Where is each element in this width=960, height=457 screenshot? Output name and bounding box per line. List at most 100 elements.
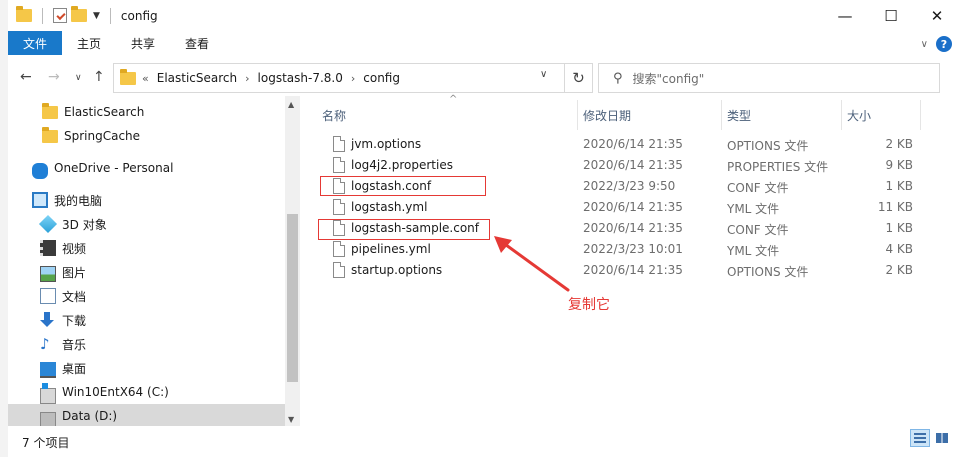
nav-scrollbar[interactable]: ▲ ▼ [285,96,300,426]
nav-item-drive-c[interactable]: Win10EntX64 (C:) [40,380,169,404]
expand-ribbon-icon[interactable]: ∨ [921,39,928,50]
back-arrow-icon[interactable]: ← [20,69,32,85]
3d-objects-icon [38,214,58,234]
file-type: OPTIONS 文件 [727,265,809,279]
file-date: 2022/3/23 10:01 [583,242,683,256]
nav-item-this-pc[interactable]: 我的电脑 [32,188,102,212]
chevron-right-icon[interactable]: › [245,72,249,85]
file-type: CONF 文件 [727,223,789,237]
file-row[interactable]: jvm.options 2020/6/14 21:35 OPTIONS 文件 2… [308,134,928,155]
nav-item-elasticsearch[interactable]: ElasticSearch [42,100,144,124]
onedrive-cloud-icon [32,163,48,179]
scroll-up-icon[interactable]: ▲ [288,100,294,109]
annotation-arrow-icon [494,236,570,292]
scrollbar-thumb[interactable] [287,214,298,382]
tab-share[interactable]: 共享 [116,31,170,55]
nav-item-music[interactable]: ♪ 音乐 [40,332,86,356]
nav-item-pictures[interactable]: 图片 [40,260,86,284]
file-date: 2020/6/14 21:35 [583,158,683,172]
nav-item-documents[interactable]: 文档 [40,284,86,308]
column-divider[interactable] [721,100,722,130]
divider [109,7,111,24]
window-title: config [120,8,158,23]
ribbon-right: ∨ ? [921,36,952,52]
column-divider[interactable] [577,100,578,130]
file-row[interactable]: startup.options 2020/6/14 21:35 OPTIONS … [308,260,928,281]
file-type: OPTIONS 文件 [727,139,809,153]
file-date: 2020/6/14 21:35 [583,263,683,277]
scroll-down-icon[interactable]: ▼ [288,415,294,424]
nav-item-springcache[interactable]: SpringCache [42,124,140,148]
column-header-name[interactable]: 名称 [322,100,346,130]
quick-access-toolbar: ▼ config [16,6,158,24]
file-row[interactable]: pipelines.yml 2022/3/23 10:01 YML 文件 4 K… [308,239,928,260]
help-icon[interactable]: ? [936,36,952,52]
up-arrow-icon[interactable]: ↑ [93,69,105,85]
forward-arrow-icon[interactable]: → [48,69,60,85]
folder-icon [120,68,136,85]
annotation-highlight-logstash-sample-conf [318,219,490,240]
address-bar[interactable]: « ElasticSearch › logstash-7.8.0 › confi… [113,63,565,93]
item-count: 7 个项目 [22,436,70,450]
breadcrumb-elasticsearch[interactable]: ElasticSearch [157,71,237,85]
file-name: log4j2.properties [351,158,453,172]
customize-toolbar-icon[interactable]: ▼ [93,11,100,21]
address-row: ← → ∨ ↑ « ElasticSearch › logstash-7.8.0… [8,60,960,96]
windows-drive-icon [40,383,56,404]
file-type: YML 文件 [727,202,780,216]
file-date: 2020/6/14 21:35 [583,137,683,151]
new-folder-icon[interactable] [71,6,87,22]
file-date: 2020/6/14 21:35 [583,200,683,214]
file-type: CONF 文件 [727,181,789,195]
properties-icon[interactable] [53,8,67,23]
details-view-button[interactable] [910,429,930,447]
nav-item-3d-objects[interactable]: 3D 对象 [38,212,107,236]
nav-item-label: 下载 [62,313,87,328]
folder-icon [42,102,58,119]
nav-item-videos[interactable]: 视频 [40,236,86,260]
column-header-type[interactable]: 类型 [727,100,751,130]
tab-file[interactable]: 文件 [8,31,63,55]
nav-item-label: 图片 [62,265,87,280]
breadcrumb-logstash[interactable]: logstash-7.8.0 [258,71,343,85]
breadcrumb-overflow[interactable]: « [142,72,149,85]
column-divider[interactable] [920,100,921,130]
column-header-date[interactable]: 修改日期 [583,100,631,130]
file-row[interactable]: logstash.yml 2020/6/14 21:35 YML 文件 11 K… [308,197,928,218]
nav-item-label: 音乐 [62,337,87,352]
column-header-size[interactable]: 大小 [847,100,871,130]
breadcrumb-config[interactable]: config [363,71,400,85]
minimize-button[interactable]: — [822,0,868,31]
nav-item-label: 我的电脑 [54,193,103,208]
nav-item-onedrive[interactable]: OneDrive - Personal [32,156,173,180]
video-icon [40,240,56,256]
maximize-button[interactable]: ☐ [868,0,914,31]
refresh-button[interactable]: ↻ [565,63,593,93]
nav-item-desktop[interactable]: 桌面 [40,356,86,380]
download-icon [40,312,56,328]
nav-item-label: 文档 [62,289,87,304]
nav-item-downloads[interactable]: 下载 [40,308,86,332]
file-name: jvm.options [351,137,422,151]
file-type: YML 文件 [727,244,780,258]
file-size: 9 KB [885,158,913,172]
nav-item-drive-d[interactable]: Data (D:) [8,404,285,426]
file-size: 2 KB [885,137,913,151]
chevron-right-icon[interactable]: › [351,72,355,85]
folder-icon [42,126,58,143]
file-size: 1 KB [885,179,913,193]
large-icons-view-button[interactable] [932,429,952,447]
tab-view[interactable]: 查看 [170,31,224,55]
nav-item-label: 桌面 [62,361,87,376]
address-dropdown-icon[interactable]: ∨ [540,69,547,80]
file-icon [333,199,345,215]
nav-item-label: Win10EntX64 (C:) [62,385,169,399]
search-input[interactable]: ⚲ 搜索"config" [598,63,940,93]
column-divider[interactable] [841,100,842,130]
recent-locations-icon[interactable]: ∨ [75,73,82,83]
close-button[interactable]: ✕ [914,0,960,31]
nav-item-label: ElasticSearch [64,105,145,119]
refresh-icon: ↻ [572,69,585,87]
file-row[interactable]: log4j2.properties 2020/6/14 21:35 PROPER… [308,155,928,176]
tab-home[interactable]: 主页 [62,31,116,55]
